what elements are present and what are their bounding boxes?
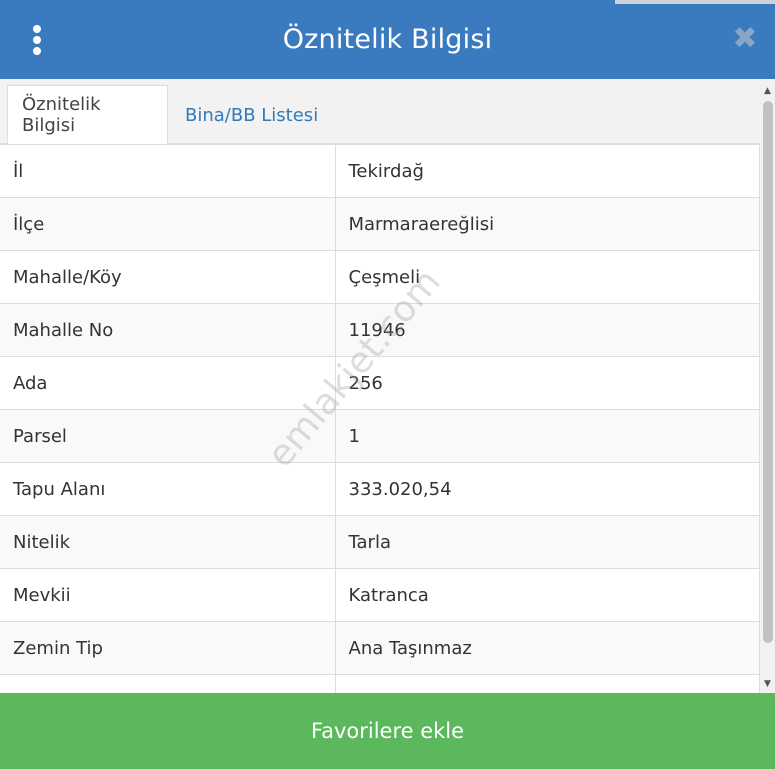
table-row: İl Tekirdağ (0, 144, 760, 198)
table-row: Tapu Alanı 333.020,54 (0, 462, 760, 516)
attribute-key: Parsel (0, 409, 336, 463)
attribute-key: Tapu Alanı (0, 462, 336, 516)
vertical-scrollbar[interactable]: ▲ ▼ (760, 79, 775, 693)
attribute-key: Mevkii (0, 568, 336, 622)
attribute-value: Ana Taşınmaz (334, 621, 760, 675)
attribute-key: Pafta (0, 674, 336, 693)
table-row: Parsel 1 (0, 409, 760, 463)
header-top-strip (615, 0, 775, 4)
attribute-key: Ada (0, 356, 336, 410)
attribute-table: İl Tekirdağ İlçe Marmaraereğlisi Mahalle/Köy… (0, 144, 760, 693)
tab-bina-bb-listesi[interactable]: Bina/BB Listesi (171, 85, 332, 145)
tab-bar: Öznitelik Bilgisi Bina/BB Listesi (0, 79, 760, 145)
table-row: Zemin Tip Ana Taşınmaz (0, 621, 760, 675)
attribute-key: Mahalle No (0, 303, 336, 357)
scroll-down-arrow-icon[interactable]: ▼ (762, 678, 773, 690)
table-row: PaftaF19-C-21-D (0, 674, 760, 693)
modal-body: Öznitelik Bilgisi Bina/BB Listesi İl Teki… (0, 79, 760, 693)
attribute-key: Zemin Tip (0, 621, 336, 675)
attribute-value: 256 (334, 356, 760, 410)
attribute-key: Nitelik (0, 515, 336, 569)
scroll-thumb[interactable] (763, 101, 773, 643)
attribute-value: 1 (334, 409, 760, 463)
attribute-value: Katranca (334, 568, 760, 622)
attribute-value: 333.020,54 (334, 462, 760, 516)
table-row: Nitelik Tarla (0, 515, 760, 569)
scroll-up-arrow-icon[interactable]: ▲ (762, 85, 773, 97)
attribute-value: Tarla (334, 515, 760, 569)
kebab-menu-icon[interactable] (28, 25, 46, 55)
table-row: Mahalle/Köy Çeşmeli (0, 250, 760, 304)
attribute-value: Çeşmeli (334, 250, 760, 304)
attribute-key: İlçe (0, 197, 336, 251)
add-to-favorites-button[interactable]: Favorilere ekle (0, 693, 775, 769)
attribute-value: F19-C-21-D (334, 674, 760, 693)
attribute-value: Tekirdağ (334, 144, 760, 198)
table-row: Ada 256 (0, 356, 760, 410)
close-icon[interactable]: ✖ (731, 24, 759, 54)
modal-header: Öznitelik Bilgisi ✖ (0, 0, 775, 79)
attribute-value: 11946 (334, 303, 760, 357)
modal-title: Öznitelik Bilgisi (282, 24, 493, 55)
tab-oznitelik-bilgisi[interactable]: Öznitelik Bilgisi (7, 85, 168, 145)
attribute-value: Marmaraereğlisi (334, 197, 760, 251)
table-row: İlçe Marmaraereğlisi (0, 197, 760, 251)
table-row: Mahalle No 11946 (0, 303, 760, 357)
table-row: Mevkii Katranca (0, 568, 760, 622)
attribute-key: Mahalle/Köy (0, 250, 336, 304)
attribute-key: İl (0, 144, 336, 198)
